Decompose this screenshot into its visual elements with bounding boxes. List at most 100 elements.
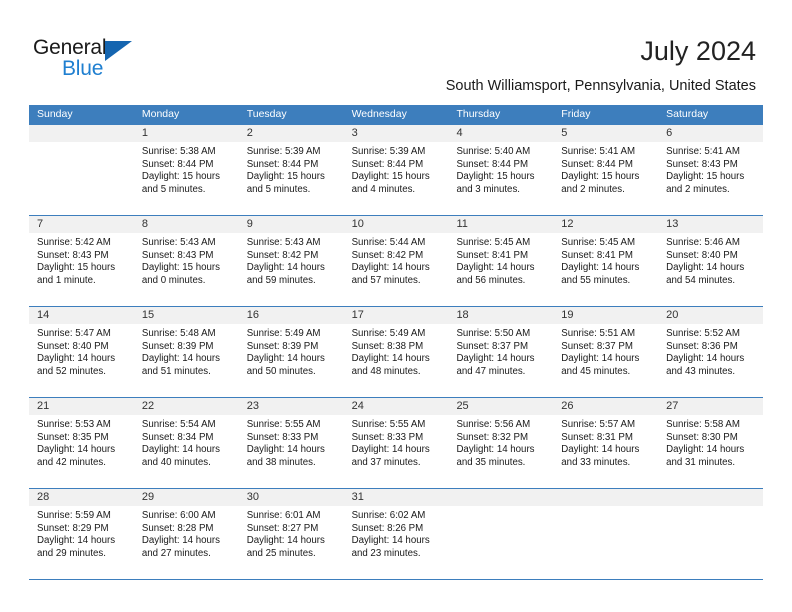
sunset-text: Sunset: 8:44 PM [456, 158, 529, 170]
day-cell[interactable]: 11 Sunrise: 5:45 AM Sunset: 8:41 PM Dayl… [448, 216, 554, 306]
daylight-text-line1: Daylight: 14 hours [246, 353, 325, 365]
day-cell[interactable]: 6 Sunrise: 5:41 AM Sunset: 8:43 PM Dayli… [658, 125, 764, 215]
day-number: 6 [658, 125, 764, 142]
daylight-text-line1: Daylight: 14 hours [351, 444, 430, 456]
daylight-text-line2: and 38 minutes. [246, 456, 316, 468]
day-cell[interactable]: 29 Sunrise: 6:00 AM Sunset: 8:28 PM Dayl… [133, 489, 239, 579]
day-cell[interactable]: 31 Sunrise: 6:02 AM Sunset: 8:26 PM Dayl… [343, 489, 449, 579]
day-cell[interactable]: 15 Sunrise: 5:48 AM Sunset: 8:39 PM Dayl… [133, 307, 239, 397]
day-detail: Sunrise: 5:39 AM Sunset: 8:44 PM Dayligh… [239, 142, 344, 196]
day-cell[interactable]: 26 Sunrise: 5:57 AM Sunset: 8:31 PM Dayl… [553, 398, 659, 488]
day-number: 14 [29, 307, 134, 324]
day-number: 9 [238, 216, 344, 233]
daylight-text-line1: Daylight: 14 hours [456, 353, 535, 365]
day-cell[interactable]: 27 Sunrise: 5:58 AM Sunset: 8:30 PM Dayl… [658, 398, 764, 488]
day-number [29, 125, 134, 142]
brand-logo[interactable]: General Blue [33, 36, 163, 84]
day-cell[interactable]: 10 Sunrise: 5:44 AM Sunset: 8:42 PM Dayl… [343, 216, 449, 306]
daylight-text-line2: and 40 minutes. [141, 456, 211, 468]
day-cell [553, 489, 659, 579]
day-cell[interactable]: 17 Sunrise: 5:49 AM Sunset: 8:38 PM Dayl… [343, 307, 449, 397]
daylight-text-line1: Daylight: 14 hours [37, 444, 116, 456]
day-number: 10 [343, 216, 449, 233]
daylight-text-line2: and 2 minutes. [666, 183, 730, 195]
sunset-text: Sunset: 8:43 PM [666, 158, 738, 170]
day-cell[interactable]: 1 Sunrise: 5:38 AM Sunset: 8:44 PM Dayli… [133, 125, 239, 215]
day-cell[interactable]: 4 Sunrise: 5:40 AM Sunset: 8:44 PM Dayli… [448, 125, 554, 215]
day-number: 8 [133, 216, 239, 233]
daylight-text-line1: Daylight: 14 hours [246, 535, 325, 547]
sunrise-text: Sunrise: 5:57 AM [561, 419, 636, 430]
location-subtitle: South Williamsport, Pennsylvania, United… [445, 78, 756, 94]
day-cell[interactable]: 2 Sunrise: 5:39 AM Sunset: 8:44 PM Dayli… [238, 125, 344, 215]
daylight-text-line2: and 52 minutes. [37, 365, 106, 377]
day-cell[interactable]: 25 Sunrise: 5:56 AM Sunset: 8:32 PM Dayl… [448, 398, 554, 488]
day-number: 30 [238, 489, 344, 506]
sunset-text: Sunset: 8:37 PM [561, 340, 633, 352]
brand-name-blue: Blue [62, 57, 104, 80]
sunrise-text: Sunrise: 5:50 AM [456, 328, 531, 339]
daylight-text-line2: and 23 minutes. [351, 547, 421, 559]
day-cell[interactable]: 23 Sunrise: 5:55 AM Sunset: 8:33 PM Dayl… [238, 398, 344, 488]
daylight-text-line2: and 56 minutes. [456, 274, 526, 286]
day-detail: Sunrise: 5:47 AM Sunset: 8:40 PM Dayligh… [29, 324, 134, 378]
daylight-text-line2: and 43 minutes. [666, 365, 736, 377]
daylight-text-line1: Daylight: 14 hours [246, 444, 325, 456]
sunset-text: Sunset: 8:31 PM [561, 431, 633, 443]
sunset-text: Sunset: 8:29 PM [37, 522, 109, 534]
sunrise-text: Sunrise: 5:42 AM [37, 237, 111, 248]
day-cell[interactable]: 3 Sunrise: 5:39 AM Sunset: 8:44 PM Dayli… [343, 125, 449, 215]
daylight-text-line2: and 0 minutes. [141, 274, 206, 286]
sunset-text: Sunset: 8:41 PM [456, 249, 529, 261]
sunrise-text: Sunrise: 5:49 AM [351, 328, 426, 339]
sunrise-text: Sunrise: 5:56 AM [456, 419, 531, 430]
day-detail [29, 142, 134, 146]
sunrise-text: Sunrise: 5:55 AM [351, 419, 426, 430]
sunrise-text: Sunrise: 5:45 AM [561, 237, 636, 248]
daylight-text-line2: and 29 minutes. [37, 547, 106, 559]
day-cell[interactable]: 22 Sunrise: 5:54 AM Sunset: 8:34 PM Dayl… [133, 398, 239, 488]
day-cell[interactable]: 24 Sunrise: 5:55 AM Sunset: 8:33 PM Dayl… [343, 398, 449, 488]
sunset-text: Sunset: 8:27 PM [246, 522, 319, 534]
day-number: 31 [343, 489, 449, 506]
daylight-text-line1: Daylight: 15 hours [141, 262, 220, 274]
daylight-text-line1: Daylight: 14 hours [141, 535, 220, 547]
daylight-text-line1: Daylight: 15 hours [561, 171, 640, 183]
day-detail: Sunrise: 5:39 AM Sunset: 8:44 PM Dayligh… [344, 142, 449, 196]
day-cell[interactable]: 9 Sunrise: 5:43 AM Sunset: 8:42 PM Dayli… [238, 216, 344, 306]
day-cell[interactable]: 14 Sunrise: 5:47 AM Sunset: 8:40 PM Dayl… [29, 307, 134, 397]
day-number: 5 [553, 125, 659, 142]
day-cell[interactable]: 5 Sunrise: 5:41 AM Sunset: 8:44 PM Dayli… [553, 125, 659, 215]
day-cell[interactable]: 16 Sunrise: 5:49 AM Sunset: 8:39 PM Dayl… [238, 307, 344, 397]
sunset-text: Sunset: 8:42 PM [246, 249, 319, 261]
sunrise-text: Sunrise: 5:40 AM [456, 146, 531, 157]
week-row: 7 Sunrise: 5:42 AM Sunset: 8:43 PM Dayli… [29, 215, 764, 306]
day-cell[interactable]: 8 Sunrise: 5:43 AM Sunset: 8:43 PM Dayli… [133, 216, 239, 306]
sunset-text: Sunset: 8:44 PM [141, 158, 214, 170]
day-cell[interactable]: 21 Sunrise: 5:53 AM Sunset: 8:35 PM Dayl… [29, 398, 134, 488]
day-cell[interactable]: 13 Sunrise: 5:46 AM Sunset: 8:40 PM Dayl… [658, 216, 764, 306]
day-cell[interactable]: 12 Sunrise: 5:45 AM Sunset: 8:41 PM Dayl… [553, 216, 659, 306]
calendar-page: General Blue July 2024 South Williamspor… [0, 0, 792, 612]
day-cell[interactable]: 18 Sunrise: 5:50 AM Sunset: 8:37 PM Dayl… [448, 307, 554, 397]
day-cell[interactable]: 28 Sunrise: 5:59 AM Sunset: 8:29 PM Dayl… [29, 489, 134, 579]
day-cell[interactable]: 7 Sunrise: 5:42 AM Sunset: 8:43 PM Dayli… [29, 216, 134, 306]
day-number: 1 [133, 125, 239, 142]
day-detail: Sunrise: 5:44 AM Sunset: 8:42 PM Dayligh… [344, 233, 449, 287]
daylight-text-line1: Daylight: 14 hours [456, 444, 535, 456]
day-detail: Sunrise: 5:40 AM Sunset: 8:44 PM Dayligh… [448, 142, 553, 196]
sunrise-text: Sunrise: 5:51 AM [561, 328, 636, 339]
sunset-text: Sunset: 8:30 PM [666, 431, 738, 443]
sunset-text: Sunset: 8:40 PM [37, 340, 109, 352]
day-cell[interactable]: 20 Sunrise: 5:52 AM Sunset: 8:36 PM Dayl… [658, 307, 764, 397]
daylight-text-line1: Daylight: 14 hours [561, 262, 640, 274]
daylight-text-line2: and 31 minutes. [666, 456, 736, 468]
sunrise-text: Sunrise: 5:39 AM [246, 146, 321, 157]
day-cell[interactable]: 19 Sunrise: 5:51 AM Sunset: 8:37 PM Dayl… [553, 307, 659, 397]
daylight-text-line1: Daylight: 14 hours [37, 535, 116, 547]
sunset-text: Sunset: 8:44 PM [561, 158, 633, 170]
day-number: 13 [658, 216, 764, 233]
day-cell[interactable]: 30 Sunrise: 6:01 AM Sunset: 8:27 PM Dayl… [238, 489, 344, 579]
calendar-grid: Sunday Monday Tuesday Wednesday Thursday… [29, 105, 764, 580]
day-number: 18 [448, 307, 554, 324]
